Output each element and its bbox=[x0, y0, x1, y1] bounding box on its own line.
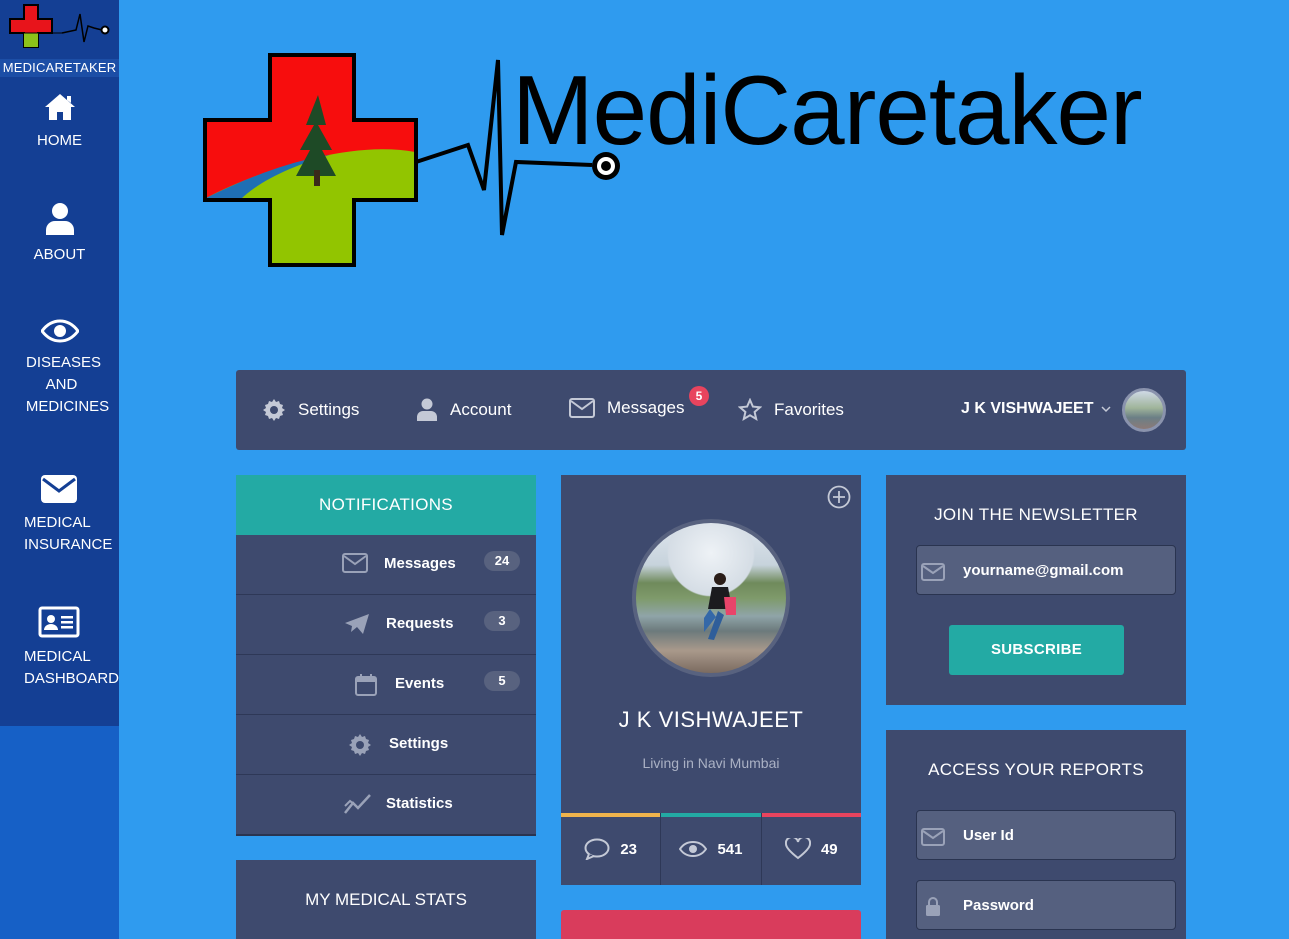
profile-name: J K VISHWAJEET bbox=[618, 707, 804, 732]
sidebar-item-label: MEDICINES bbox=[25, 398, 110, 415]
envelope-icon bbox=[569, 398, 595, 418]
sidebar-footer bbox=[0, 726, 119, 939]
sidebar-item-home[interactable]: HOME bbox=[0, 92, 119, 152]
avatar[interactable] bbox=[1122, 388, 1166, 432]
sidebar-item-medical-dashboard[interactable]: MEDICAL DASHBOARD bbox=[10, 606, 129, 690]
chart-line-icon bbox=[344, 794, 371, 814]
red-card bbox=[561, 910, 861, 939]
sidebar-item-diseases-and-medicines[interactable]: DISEASES AND MEDICINES bbox=[4, 318, 123, 418]
notification-count: 3 bbox=[484, 611, 520, 631]
medical-stats-panel: MY MEDICAL STATS bbox=[236, 860, 536, 939]
medical-stats-title: MY MEDICAL STATS bbox=[305, 890, 467, 909]
nav-settings[interactable]: Settings bbox=[262, 398, 359, 422]
stat-views[interactable]: 541 bbox=[661, 813, 762, 885]
top-navbar: Settings Account Messages 5 Favorites J … bbox=[236, 370, 1186, 450]
gear-icon bbox=[349, 734, 371, 756]
person-photo bbox=[704, 573, 736, 640]
id-card-icon bbox=[38, 606, 80, 638]
email-value: yourname@gmail.com bbox=[963, 562, 1124, 579]
nav-label: Account bbox=[450, 400, 512, 419]
profile-card: J K VISHWAJEET Living in Navi Mumbai 23 … bbox=[561, 475, 861, 885]
eye-icon bbox=[679, 840, 708, 858]
password-placeholder: Password bbox=[963, 897, 1034, 914]
medicaretaker-logo[interactable] bbox=[8, 2, 114, 60]
stat-value: 541 bbox=[717, 840, 743, 858]
stat-bar bbox=[761, 813, 861, 817]
star-icon bbox=[738, 398, 762, 422]
heart-icon bbox=[784, 838, 811, 860]
password-field[interactable]: Password bbox=[916, 880, 1176, 930]
notification-row-settings[interactable]: Settings bbox=[236, 715, 536, 775]
reports-panel: ACCESS YOUR REPORTS User Id Password bbox=[886, 730, 1186, 939]
sidebar-brand: MEDICARETAKER bbox=[0, 59, 119, 77]
chevron-down-icon bbox=[1101, 406, 1112, 413]
notification-row-events[interactable]: Events 5 bbox=[236, 655, 536, 715]
lock-icon bbox=[926, 897, 940, 916]
envelope-icon bbox=[41, 475, 77, 503]
brand-title: MediCaretaker bbox=[512, 55, 1143, 165]
nav-label: Messages bbox=[607, 398, 685, 417]
notification-row-statistics[interactable]: Statistics bbox=[236, 775, 536, 835]
notification-label: Requests bbox=[386, 615, 454, 632]
sidebar-item-label: DISEASES bbox=[25, 354, 102, 371]
sidebar-item-label: MEDICAL bbox=[24, 514, 91, 531]
stat-bar bbox=[561, 813, 661, 817]
sidebar-item-label: DASHBOARD bbox=[24, 670, 119, 687]
notification-label: Events bbox=[395, 675, 445, 692]
profile-location: Living in Navi Mumbai bbox=[642, 755, 780, 771]
sidebar-item-label: HOME bbox=[37, 132, 82, 149]
stat-bar bbox=[661, 813, 761, 817]
sidebar-item-about[interactable]: ABOUT bbox=[0, 202, 119, 266]
sidebar-item-label: ABOUT bbox=[33, 246, 86, 263]
hero-logo: MediCaretaker bbox=[200, 50, 1230, 275]
nav-account[interactable]: Account bbox=[416, 398, 511, 422]
profile-stats: 23 541 49 bbox=[561, 813, 861, 885]
sidebar-item-label: AND bbox=[45, 376, 78, 393]
nav-label: Settings bbox=[298, 400, 360, 419]
eye-icon bbox=[41, 319, 79, 343]
newsletter-title: JOIN THE NEWSLETTER bbox=[934, 505, 1138, 524]
notifications-panel: NOTIFICATIONS Messages 24 Requests 3 Eve… bbox=[236, 475, 536, 836]
sidebar-item-label: MEDICAL bbox=[24, 648, 91, 665]
sidebar-item-label: INSURANCE bbox=[24, 536, 113, 553]
notification-row-messages[interactable]: Messages 24 bbox=[236, 535, 536, 595]
nav-label: Favorites bbox=[774, 400, 844, 419]
stat-value: 23 bbox=[620, 840, 637, 858]
notification-count: 5 bbox=[484, 671, 520, 691]
envelope-icon bbox=[342, 553, 368, 573]
comment-icon bbox=[584, 838, 610, 860]
stat-value: 49 bbox=[820, 840, 838, 858]
home-icon bbox=[44, 94, 75, 120]
notification-count: 24 bbox=[484, 551, 520, 571]
user-icon bbox=[417, 398, 437, 421]
envelope-icon bbox=[921, 563, 945, 581]
user-menu[interactable]: J K VISHWAJEET bbox=[961, 400, 1112, 418]
gear-icon bbox=[263, 399, 285, 421]
calendar-icon bbox=[355, 674, 377, 696]
user-id-placeholder: User Id bbox=[963, 827, 1014, 844]
notification-row-requests[interactable]: Requests 3 bbox=[236, 595, 536, 655]
sidebar-item-medical-insurance[interactable]: MEDICAL INSURANCE bbox=[10, 474, 129, 556]
notification-label: Statistics bbox=[386, 795, 453, 812]
nav-favorites[interactable]: Favorites bbox=[738, 398, 844, 422]
user-icon bbox=[45, 203, 74, 235]
messages-badge: 5 bbox=[689, 386, 709, 406]
nav-messages[interactable]: Messages bbox=[569, 398, 684, 418]
paper-plane-icon bbox=[345, 614, 369, 634]
newsletter-panel: JOIN THE NEWSLETTER yourname@gmail.com S… bbox=[886, 475, 1186, 705]
notification-label: Messages bbox=[384, 555, 456, 572]
stat-comments[interactable]: 23 bbox=[561, 813, 662, 885]
user-id-field[interactable]: User Id bbox=[916, 810, 1176, 860]
notification-label: Settings bbox=[389, 735, 449, 752]
envelope-icon bbox=[921, 828, 945, 846]
email-field[interactable]: yourname@gmail.com bbox=[916, 545, 1176, 595]
profile-avatar bbox=[632, 519, 790, 677]
subscribe-button[interactable]: SUBSCRIBE bbox=[949, 625, 1124, 675]
sidebar: MEDICARETAKER HOME ABOUT DISEASES AND ME… bbox=[0, 0, 119, 726]
plus-circle-icon[interactable] bbox=[827, 485, 851, 509]
notifications-title: NOTIFICATIONS bbox=[236, 475, 536, 535]
reports-title: ACCESS YOUR REPORTS bbox=[928, 760, 1144, 779]
user-name: J K VISHWAJEET bbox=[961, 400, 1094, 417]
stat-likes[interactable]: 49 bbox=[761, 813, 861, 885]
